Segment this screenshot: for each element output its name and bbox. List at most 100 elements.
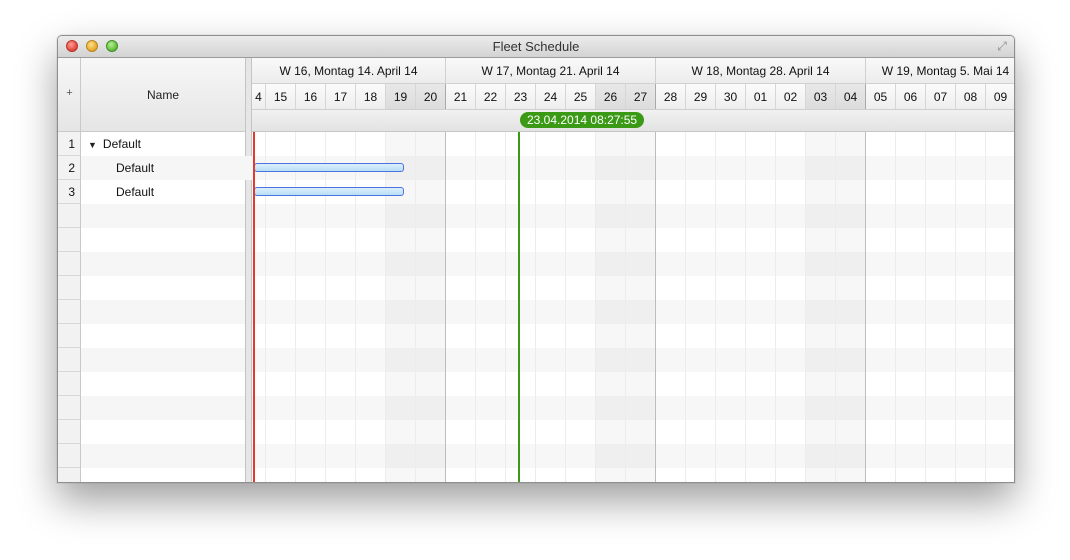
grid-column-line — [475, 132, 476, 482]
day-header: 23 — [506, 84, 536, 109]
day-header: 08 — [956, 84, 986, 109]
name-cell[interactable] — [81, 228, 245, 252]
day-header: 06 — [896, 84, 926, 109]
row-name-label: Default — [116, 185, 155, 199]
row-number[interactable] — [58, 252, 80, 276]
name-cell[interactable] — [81, 468, 245, 482]
grid-column-line — [775, 132, 776, 482]
row-name-label: Default — [116, 161, 155, 175]
task-bar[interactable] — [254, 163, 404, 172]
weekend-column — [626, 132, 656, 482]
grid-column-line — [565, 132, 566, 482]
gantt-chart-area[interactable] — [252, 132, 1014, 482]
day-header: 4 — [252, 84, 266, 109]
row-number[interactable]: 2 — [58, 156, 80, 180]
grid-column-line — [445, 132, 446, 482]
fleet-schedule-window: Fleet Schedule ⤢ + Name W 16, Montag 14.… — [57, 35, 1015, 483]
name-cell[interactable] — [81, 204, 245, 228]
corner-label: + — [66, 87, 73, 99]
week-header: W 18, Montag 28. April 14 — [656, 58, 866, 83]
day-header: 19 — [386, 84, 416, 109]
day-header: 20 — [416, 84, 446, 109]
grid-column-line — [925, 132, 926, 482]
day-header: 01 — [746, 84, 776, 109]
week-header-row: W 16, Montag 14. April 14 W 17, Montag 2… — [252, 58, 1014, 84]
week-header: W 16, Montag 14. April 14 — [252, 58, 446, 83]
day-header: 09 — [986, 84, 1014, 109]
day-header: 24 — [536, 84, 566, 109]
day-header: 29 — [686, 84, 716, 109]
row-number[interactable]: 3 — [58, 180, 80, 204]
row-name-label: Default — [102, 137, 141, 151]
grid-column-line — [985, 132, 986, 482]
row-number[interactable] — [58, 324, 80, 348]
day-header: 15 — [266, 84, 296, 109]
name-cell[interactable] — [81, 276, 245, 300]
grid-column-line — [655, 132, 656, 482]
column-splitter[interactable] — [245, 58, 252, 482]
weekend-column — [596, 132, 626, 482]
row-number[interactable] — [58, 372, 80, 396]
row-number[interactable] — [58, 468, 80, 482]
day-header: 07 — [926, 84, 956, 109]
now-timestamp-badge: 23.04.2014 08:27:55 — [520, 112, 645, 128]
grid-column-line — [265, 132, 266, 482]
name-cell[interactable] — [81, 372, 245, 396]
weekend-column — [806, 132, 836, 482]
name-cell[interactable] — [81, 324, 245, 348]
window-title: Fleet Schedule — [492, 39, 580, 54]
name-cell[interactable] — [81, 300, 245, 324]
name-cell[interactable]: ▼ Default — [81, 132, 252, 156]
row-number[interactable] — [58, 204, 80, 228]
name-cell[interactable] — [81, 252, 245, 276]
grid-column-line — [505, 132, 506, 482]
week-header: W 17, Montag 21. April 14 — [446, 58, 656, 83]
row-number[interactable] — [58, 420, 80, 444]
grid-column-line — [955, 132, 956, 482]
day-header: 18 — [356, 84, 386, 109]
row-number[interactable] — [58, 396, 80, 420]
name-cell[interactable] — [81, 396, 245, 420]
week-header: W 19, Montag 5. Mai 14 — [866, 58, 1014, 83]
row-number[interactable] — [58, 300, 80, 324]
day-header: 21 — [446, 84, 476, 109]
day-header: 05 — [866, 84, 896, 109]
name-cell[interactable] — [81, 444, 245, 468]
row-number[interactable]: 1 — [58, 132, 80, 156]
name-cell[interactable]: Default — [81, 156, 280, 180]
row-number[interactable] — [58, 228, 80, 252]
schedule-content: + Name W 16, Montag 14. April 14 W 17, M… — [58, 58, 1014, 482]
grid-column-line — [895, 132, 896, 482]
task-bar[interactable] — [254, 187, 404, 196]
name-column-label: Name — [146, 88, 179, 102]
grid-column-line — [325, 132, 326, 482]
weekend-column — [836, 132, 866, 482]
grid-column-line — [715, 132, 716, 482]
day-header: 30 — [716, 84, 746, 109]
name-cell[interactable] — [81, 420, 245, 444]
grid-column-line — [745, 132, 746, 482]
name-cell[interactable]: Default — [81, 180, 280, 204]
grid-column-line — [295, 132, 296, 482]
day-header: 17 — [326, 84, 356, 109]
schedule-start-line — [253, 132, 255, 482]
triangle-down-icon[interactable]: ▼ — [88, 133, 97, 157]
day-header: 04 — [836, 84, 866, 109]
day-header: 28 — [656, 84, 686, 109]
day-header-row: 4 15 16 17 18 19 20 21 22 23 24 25 26 27 28 29 30 01 02 03 0… — [252, 84, 1014, 110]
row-number[interactable] — [58, 348, 80, 372]
name-cell[interactable] — [81, 348, 245, 372]
day-header: 16 — [296, 84, 326, 109]
day-header: 02 — [776, 84, 806, 109]
row-number[interactable] — [58, 444, 80, 468]
day-header: 26 — [596, 84, 626, 109]
day-header: 27 — [626, 84, 656, 109]
fullscreen-arrows-icon[interactable]: ⤢ — [995, 39, 1009, 53]
titlebar[interactable]: Fleet Schedule ⤢ — [58, 36, 1014, 58]
grid-column-line — [355, 132, 356, 482]
row-number[interactable] — [58, 276, 80, 300]
add-row-corner[interactable]: + — [58, 58, 81, 132]
grid-column-line — [535, 132, 536, 482]
grid-column-line — [685, 132, 686, 482]
name-column-header[interactable]: Name — [81, 58, 245, 132]
